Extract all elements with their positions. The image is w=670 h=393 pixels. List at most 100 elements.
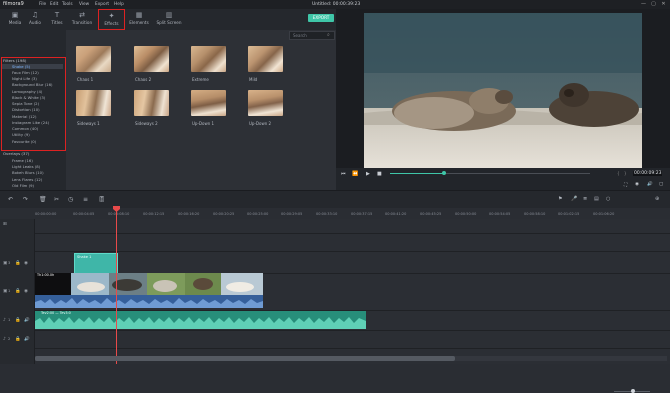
filter-item[interactable]: Shake (5) [12, 64, 30, 69]
maximize-button[interactable]: ▢ [650, 1, 657, 7]
effect-clip[interactable]: Shake 1 [74, 253, 118, 274]
close-button[interactable]: ✕ [660, 1, 667, 7]
filter-item[interactable]: Faux Film (12) [12, 70, 39, 75]
speaker-icon[interactable]: 🔊 [24, 337, 30, 342]
add-track-icon[interactable]: ⊞ [3, 222, 7, 227]
filter-item[interactable]: Favourite (0) [12, 139, 36, 144]
overlay-item[interactable]: Old Film (9) [12, 183, 34, 188]
audio-mixer-icon[interactable]: 🎚 [98, 196, 106, 203]
ruler-label: 00:00:20:25 [213, 212, 235, 216]
lock-icon[interactable]: 🔒 [15, 337, 21, 342]
play-button[interactable]: ▶ [366, 171, 370, 177]
rewind-button[interactable]: ⏪ [352, 171, 358, 177]
menu-tools[interactable]: Tools [62, 2, 73, 7]
video-audio-waveform[interactable] [35, 295, 263, 308]
menu-export[interactable]: Export [95, 2, 109, 7]
filter-item[interactable]: Lomography (4) [12, 89, 42, 94]
timeline-scrollbar-thumb[interactable] [35, 356, 455, 361]
effect-label: Chaos 1 [77, 77, 94, 82]
cut-icon[interactable]: ✂ [54, 196, 59, 203]
filters-category[interactable]: Filters (198) [3, 58, 26, 63]
transition-icon: ⇄ [79, 11, 85, 19]
snapshot-icon[interactable]: ◉ [635, 182, 639, 187]
voiceover-icon[interactable]: 🎤 [571, 196, 577, 202]
export-button[interactable]: EXPORT [308, 14, 334, 22]
music-clip[interactable]: Tev2:00 — Tev3:0 [35, 311, 366, 329]
undo-icon[interactable]: ↶ [8, 196, 13, 203]
tab-transition-label: Transition [71, 20, 93, 25]
effect-thumb-up-down-1[interactable] [191, 90, 226, 116]
effect-thumb-sideways-1[interactable] [76, 90, 111, 116]
filter-item[interactable]: Instagram Like (24) [12, 120, 49, 125]
zoom-slider-handle[interactable] [631, 389, 635, 393]
effect-thumb-sideways-2[interactable] [134, 90, 169, 116]
speaker-icon[interactable]: 🔊 [24, 318, 30, 323]
delete-icon[interactable]: 🗑 [39, 196, 47, 203]
lock-icon[interactable]: 🔒 [15, 318, 21, 323]
zoom-in-icon[interactable]: ⊕ [655, 196, 659, 202]
zoom-out-icon[interactable]: ○ [606, 196, 610, 202]
effects-search-input[interactable]: Search ⌕ [289, 31, 335, 40]
waveform-graphic [35, 295, 263, 308]
filter-item[interactable]: Material (12) [12, 114, 36, 119]
mark-in-icon[interactable]: { [617, 171, 620, 176]
video-frame[interactable] [364, 13, 642, 168]
effect-thumb-extreme[interactable] [191, 46, 226, 72]
adjust-icon[interactable]: ≡ [83, 196, 88, 203]
render-icon[interactable]: ▤ [594, 196, 599, 202]
effect-thumb-mild[interactable] [248, 46, 283, 72]
lock-icon[interactable]: 🔒 [15, 289, 21, 294]
tab-transition[interactable]: ⇄ Transition [67, 9, 97, 29]
volume-icon[interactable]: 🔊 [647, 182, 653, 187]
filter-item[interactable]: Common (40) [12, 126, 38, 131]
filter-item[interactable]: Distortion (10) [12, 107, 40, 112]
overlays-category[interactable]: Overlays (37) [3, 151, 29, 156]
lock-icon[interactable]: 🔒 [15, 261, 21, 266]
overlay-item[interactable]: Lens Flares (12) [12, 177, 42, 182]
minimize-button[interactable]: — [640, 1, 647, 7]
scrubber-handle[interactable] [442, 171, 446, 175]
playhead-line[interactable] [116, 208, 117, 364]
track-divider [0, 330, 670, 331]
menu-view[interactable]: View [79, 2, 89, 7]
display-settings-icon[interactable]: ▢ [659, 182, 663, 187]
effect-thumb-chaos-2[interactable] [134, 46, 169, 72]
ruler-label: 00:00:37:15 [351, 212, 373, 216]
ruler-label: 00:00:25:00 [247, 212, 269, 216]
fullscreen-icon[interactable]: ⛶ [624, 182, 627, 188]
overlay-item[interactable]: Frame (16) [12, 158, 33, 163]
filter-item[interactable]: Background Blur (16) [12, 82, 53, 87]
video-clip[interactable]: Th1:00.0h [35, 273, 263, 295]
titles-icon: T [54, 11, 60, 19]
effect-thumb-up-down-2[interactable] [248, 90, 283, 116]
filter-item[interactable]: Utility (9) [12, 132, 30, 137]
ruler-label: 00:01:02:15 [558, 212, 580, 216]
filter-item[interactable]: Sepia Tone (2) [12, 101, 39, 106]
menu-edit[interactable]: Edit [50, 2, 58, 7]
speed-icon[interactable]: ◷ [68, 196, 73, 203]
tab-effects-label: Effects [104, 21, 119, 26]
filter-item[interactable]: Night Life (3) [12, 76, 37, 81]
overlay-item[interactable]: Light Leaks (8) [12, 164, 40, 169]
previous-frame-button[interactable]: ⏮ [341, 171, 346, 177]
effect-label: Up-Down 1 [192, 121, 215, 126]
mixer-icon[interactable]: ≣ [583, 196, 587, 202]
marker-icon[interactable]: ⚑ [558, 196, 562, 202]
effect-thumb-chaos-1[interactable] [76, 46, 111, 72]
stop-button[interactable]: ■ [377, 171, 382, 177]
ruler-label: 00:00:12:15 [143, 212, 165, 216]
music-waveform-graphic [35, 311, 366, 329]
redo-icon[interactable]: ↷ [23, 196, 28, 203]
overlay-item[interactable]: Bokeh Blurs (10) [12, 170, 44, 175]
filter-item[interactable]: Black & White (3) [12, 95, 45, 100]
tab-effects[interactable]: ✦ Effects [98, 9, 125, 30]
ruler-label: 00:00:16:20 [178, 212, 200, 216]
menu-file[interactable]: File [39, 2, 46, 7]
mark-out-icon[interactable]: } [624, 171, 627, 176]
tab-split-screen[interactable]: ▥ Split Screen [152, 9, 186, 29]
eye-icon[interactable]: ◉ [24, 289, 28, 294]
eye-icon[interactable]: ◉ [24, 261, 28, 266]
ruler-label: 00:00:00:00 [35, 212, 57, 216]
tab-elements[interactable]: ▦ Elements [124, 9, 154, 29]
menu-help[interactable]: Help [114, 2, 124, 7]
